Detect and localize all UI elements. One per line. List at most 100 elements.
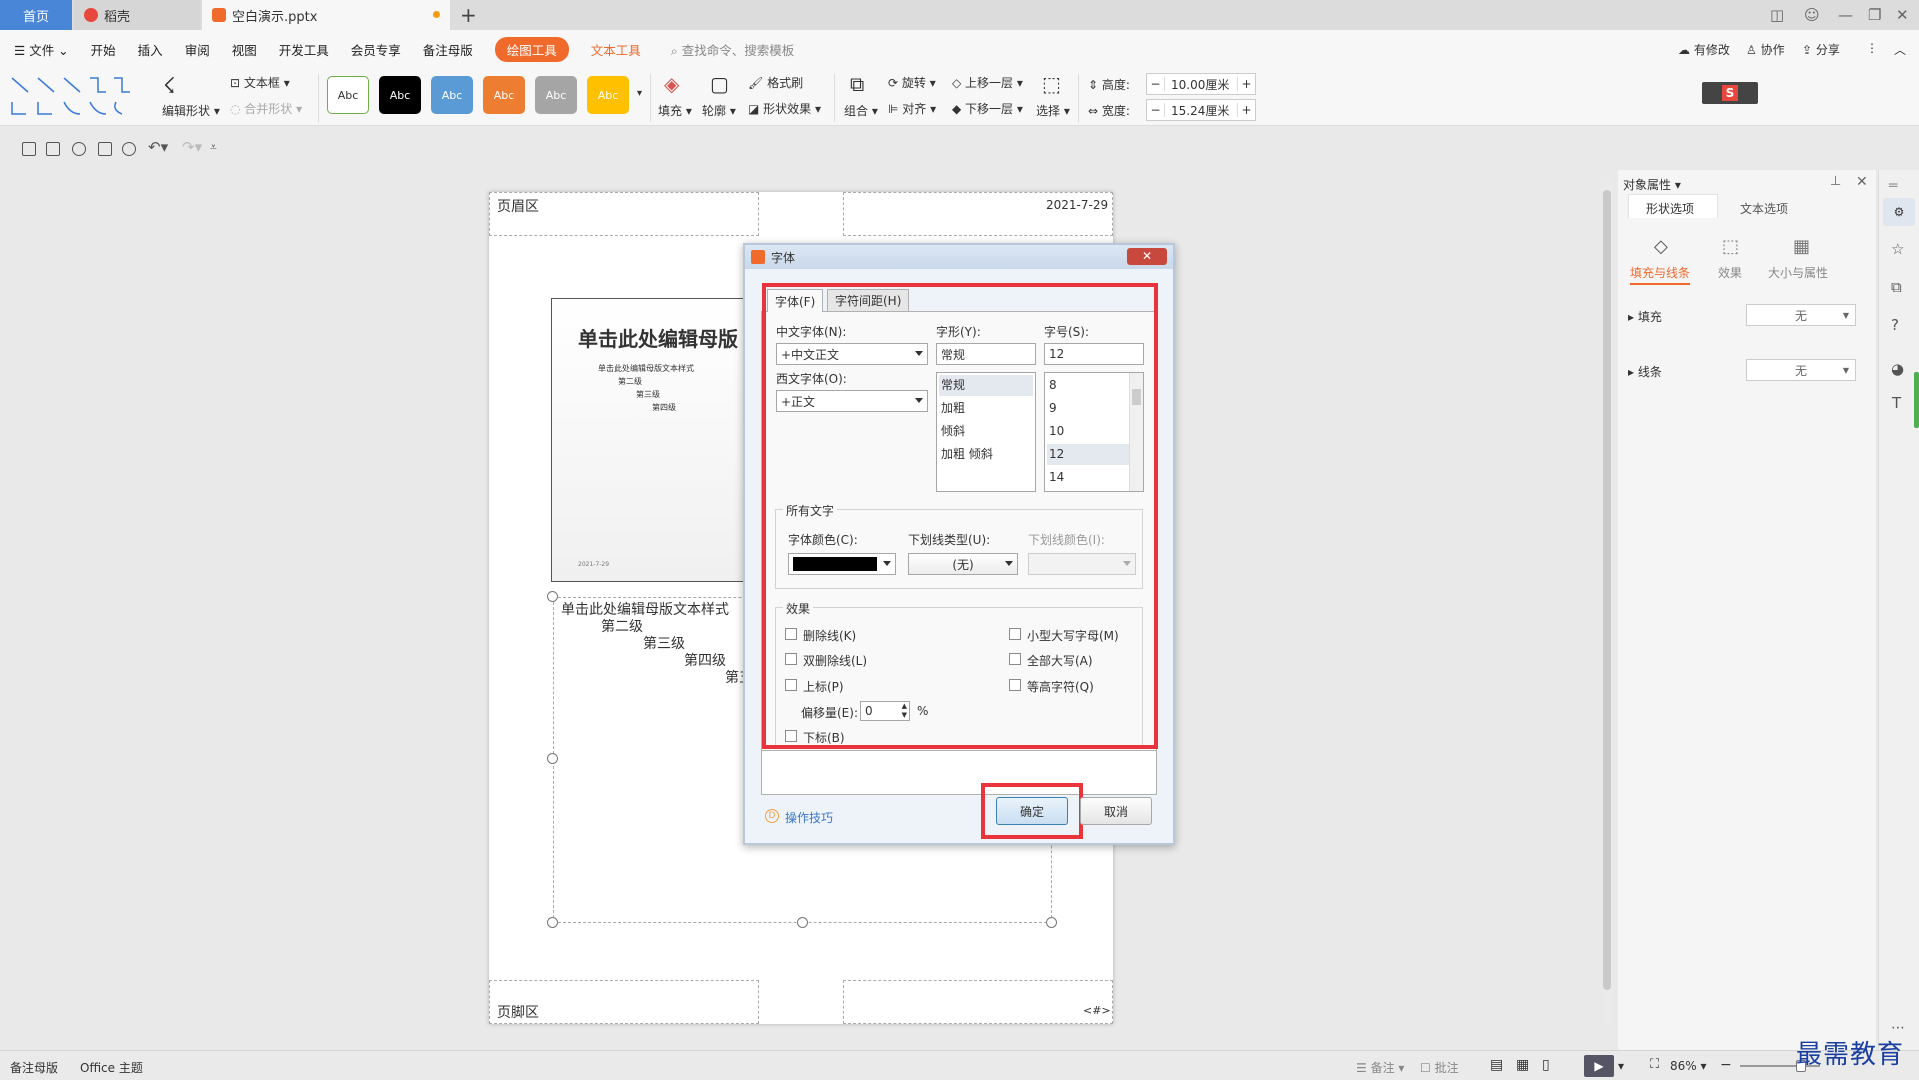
properties-icon[interactable]: ⚙ bbox=[1883, 198, 1915, 226]
notes-toggle[interactable]: ☰ 备注 ▾ bbox=[1356, 1059, 1404, 1076]
cloud-save-icon[interactable] bbox=[72, 142, 86, 156]
rotate-button[interactable]: ⟳ 旋转 ▾ bbox=[888, 74, 936, 91]
shape-effect-button[interactable]: ◪ 形状效果 ▾ bbox=[748, 100, 821, 117]
user-avatar-icon[interactable]: ☺ bbox=[1804, 6, 1820, 24]
tab-document[interactable]: 空白演示.pptx bbox=[202, 0, 450, 30]
width-decrease-button[interactable]: − bbox=[1147, 103, 1165, 117]
zoom-out-button[interactable]: − bbox=[1720, 1057, 1732, 1073]
zoom-level[interactable]: 86% ▾ bbox=[1670, 1059, 1707, 1073]
send-backward-button[interactable]: ◆ 下移一层 ▾ bbox=[952, 100, 1023, 117]
menu-member[interactable]: 会员专享 bbox=[351, 40, 401, 59]
tab-home[interactable]: 首页 bbox=[0, 0, 72, 30]
play-slideshow-button[interactable]: ▶ bbox=[1584, 1055, 1614, 1077]
shape-style-6[interactable]: Abc bbox=[587, 76, 629, 114]
more-menu-icon[interactable]: ⋮ bbox=[1866, 41, 1878, 55]
scrollbar-thumb[interactable] bbox=[1603, 190, 1611, 990]
dialog-close-button[interactable]: ✕ bbox=[1127, 248, 1167, 265]
height-field[interactable]: −10.00厘米 + bbox=[1146, 73, 1256, 95]
save-icon[interactable] bbox=[46, 142, 60, 156]
menu-insert[interactable]: 插入 bbox=[138, 40, 163, 59]
comments-toggle[interactable]: ☐ 批注 bbox=[1420, 1059, 1459, 1076]
sorter-view-icon[interactable]: ▦ bbox=[1516, 1057, 1529, 1073]
merge-shape-button[interactable]: ◌ 合并形状 ▾ bbox=[230, 100, 302, 117]
shape-style-1[interactable]: Abc bbox=[327, 76, 369, 114]
tab-effect[interactable]: 效果 bbox=[1718, 264, 1742, 281]
outline-button[interactable]: 轮廓 ▾ bbox=[702, 102, 736, 119]
menu-start[interactable]: 开始 bbox=[91, 40, 116, 59]
tab-size-properties[interactable]: 大小与属性 bbox=[1768, 264, 1828, 281]
fill-dropdown[interactable]: 无 ▼ bbox=[1746, 304, 1856, 326]
play-options-icon[interactable]: ▾ bbox=[1618, 1059, 1624, 1073]
resize-handle-bottom-right[interactable] bbox=[1046, 917, 1057, 928]
undo-icon[interactable]: ↶▾ bbox=[148, 138, 168, 156]
menu-text-tools[interactable]: 文本工具 bbox=[591, 40, 641, 59]
page-number-placeholder[interactable] bbox=[843, 980, 1113, 1024]
panel-title[interactable]: 对象属性 ▾ bbox=[1623, 176, 1681, 193]
shape-style-3[interactable]: Abc bbox=[431, 76, 473, 114]
textbox-button[interactable]: ⊡ 文本框 ▾ bbox=[230, 74, 290, 91]
menu-review[interactable]: 审阅 bbox=[185, 40, 210, 59]
status-theme[interactable]: Office 主题 bbox=[80, 1059, 143, 1076]
group-button[interactable]: 组合 ▾ bbox=[844, 102, 878, 119]
bring-forward-button[interactable]: ◇ 上移一层 ▾ bbox=[952, 74, 1023, 91]
normal-view-icon[interactable]: ▤ bbox=[1490, 1057, 1503, 1073]
dialog-title-bar[interactable]: 字体 ✕ bbox=[745, 245, 1173, 269]
minimize-button[interactable]: — bbox=[1838, 6, 1853, 24]
slide-switch-icon[interactable]: ⧉ bbox=[1891, 278, 1902, 296]
input-method-icon[interactable]: S bbox=[1702, 82, 1758, 104]
animation-icon[interactable]: ☆ bbox=[1891, 240, 1904, 258]
preview-icon[interactable] bbox=[122, 142, 136, 156]
cancel-button[interactable]: 取消 bbox=[1080, 797, 1152, 825]
customize-toolbar-icon[interactable]: ⩡ bbox=[210, 140, 217, 155]
collaborate-button[interactable]: ♙ 协作 bbox=[1746, 41, 1785, 58]
menu-developer[interactable]: 开发工具 bbox=[279, 40, 329, 59]
command-search[interactable]: ⌕ 查找命令、搜索模板 bbox=[671, 40, 795, 59]
palette-icon[interactable]: ◕ bbox=[1891, 360, 1904, 378]
format-painter-button[interactable]: 🖌 格式刷 bbox=[748, 74, 803, 91]
line-dropdown[interactable]: 无 ▼ bbox=[1746, 359, 1856, 381]
ok-button[interactable]: 确定 bbox=[996, 797, 1068, 825]
height-increase-button[interactable]: + bbox=[1237, 77, 1255, 91]
help-icon[interactable]: ? bbox=[1891, 316, 1899, 334]
panel-close-icon[interactable]: ✕ bbox=[1856, 174, 1868, 190]
tab-daoke[interactable]: 稻壳 bbox=[74, 0, 200, 30]
align-button[interactable]: ⊫ 对齐 ▾ bbox=[888, 100, 936, 117]
share-button[interactable]: ⇪ 分享 bbox=[1802, 41, 1840, 58]
fill-section-toggle[interactable]: ▸ 填充 bbox=[1628, 308, 1662, 325]
shape-style-5[interactable]: Abc bbox=[535, 76, 577, 114]
shape-style-2[interactable]: Abc bbox=[379, 76, 421, 114]
menu-view[interactable]: 视图 bbox=[232, 40, 257, 59]
width-field[interactable]: −15.24厘米 + bbox=[1146, 99, 1256, 121]
window-layout-icon[interactable]: ◫ bbox=[1770, 6, 1784, 24]
menu-drawing-tools[interactable]: 绘图工具 bbox=[494, 36, 569, 62]
tab-shape-options[interactable]: 形状选项 bbox=[1646, 200, 1694, 217]
select-button[interactable]: 选择 ▾ bbox=[1036, 102, 1070, 119]
resize-handle-bottom-middle[interactable] bbox=[797, 917, 808, 928]
new-tab-button[interactable]: + bbox=[460, 3, 477, 27]
line-shapes-gallery[interactable] bbox=[8, 72, 143, 122]
edit-shape-button[interactable]: 编辑形状 ▾ bbox=[162, 102, 220, 119]
close-window-button[interactable]: ✕ bbox=[1896, 6, 1909, 24]
style-gallery-more-icon[interactable]: ▾ bbox=[637, 88, 642, 99]
redo-icon[interactable]: ↷▾ bbox=[182, 138, 202, 156]
collapse-ribbon-icon[interactable]: ︿ bbox=[1894, 41, 1906, 58]
menu-file[interactable]: ☰ 文件 ⌄ bbox=[14, 40, 69, 59]
sidebar-collapse-icon[interactable]: ═ bbox=[1889, 178, 1897, 194]
width-increase-button[interactable]: + bbox=[1237, 103, 1255, 117]
line-section-toggle[interactable]: ▸ 线条 bbox=[1628, 363, 1662, 380]
tips-link[interactable]: 操作技巧 bbox=[785, 809, 833, 826]
vertical-scrollbar[interactable] bbox=[1602, 178, 1612, 1024]
pin-icon[interactable]: ⊥ bbox=[1830, 174, 1841, 189]
shape-style-4[interactable]: Abc bbox=[483, 76, 525, 114]
tab-fill-line[interactable]: 填充与线条 bbox=[1630, 264, 1691, 285]
reading-view-icon[interactable]: ▯ bbox=[1542, 1057, 1550, 1073]
tab-text-options[interactable]: 文本选项 bbox=[1740, 200, 1788, 217]
fill-button[interactable]: 填充 ▾ bbox=[658, 102, 692, 119]
new-file-icon[interactable] bbox=[22, 142, 36, 156]
fit-window-icon[interactable]: ⛶ bbox=[1650, 1057, 1659, 1072]
height-decrease-button[interactable]: − bbox=[1147, 77, 1165, 91]
restore-button[interactable]: ❐ bbox=[1868, 6, 1881, 24]
resize-handle-bottom-left[interactable] bbox=[547, 917, 558, 928]
modified-button[interactable]: ☁ 有修改 bbox=[1678, 41, 1730, 58]
resize-handle-top-left[interactable] bbox=[547, 591, 558, 602]
